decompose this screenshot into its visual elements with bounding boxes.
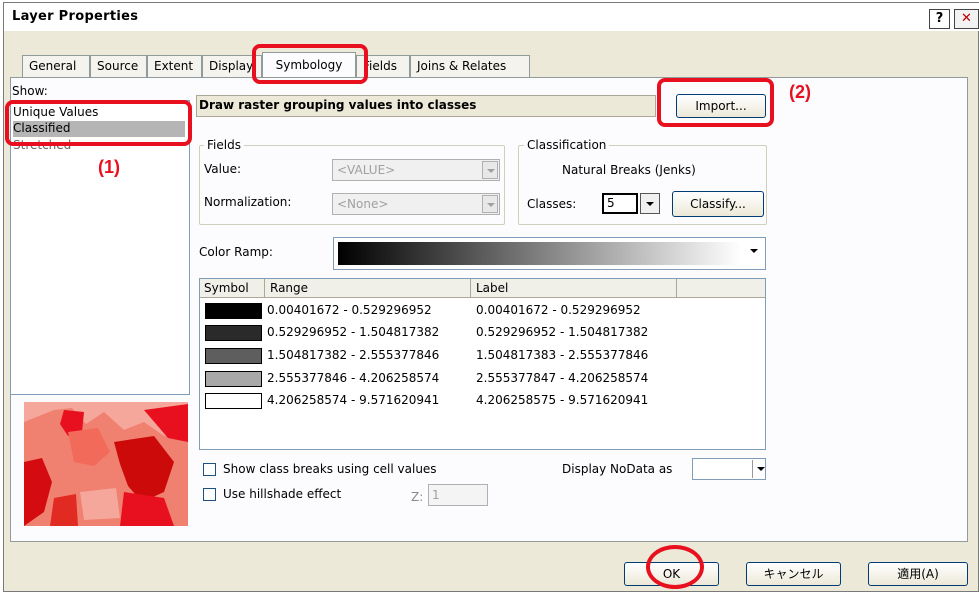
apply-button[interactable]: 適用(A) xyxy=(868,562,968,586)
raster-preview xyxy=(24,402,188,526)
nodata-color-swatch xyxy=(695,461,747,477)
value-select[interactable]: <VALUE> xyxy=(332,159,500,181)
header-range[interactable]: Range xyxy=(270,281,308,295)
fields-group-label: Fields xyxy=(204,138,244,152)
hillshade-label: Use hillshade effect xyxy=(223,487,342,501)
cancel-button[interactable]: キャンセル xyxy=(746,562,841,586)
tab-extent[interactable]: Extent xyxy=(147,55,202,77)
table-row-label[interactable]: 0.00401672 - 0.529296952 xyxy=(476,303,641,317)
title-bar xyxy=(4,3,979,31)
z-factor-input[interactable]: 1 xyxy=(428,484,488,506)
normalization-select-text: <None> xyxy=(337,197,389,211)
color-ramp-gradient xyxy=(338,242,741,265)
classification-group-label: Classification xyxy=(524,138,610,152)
chevron-down-icon xyxy=(752,460,765,478)
table-row-symbol[interactable] xyxy=(205,303,262,319)
classify-button[interactable]: Classify... xyxy=(672,191,764,217)
table-row-symbol[interactable] xyxy=(205,348,262,364)
color-ramp-label: Color Ramp: xyxy=(199,245,273,259)
table-row-symbol[interactable] xyxy=(205,371,262,387)
nodata-color-select[interactable] xyxy=(692,458,766,480)
classification-method: Natural Breaks (Jenks) xyxy=(562,163,696,177)
value-select-text: <VALUE> xyxy=(337,163,396,177)
table-row-range: 0.529296952 - 1.504817382 xyxy=(267,325,440,339)
tab-source[interactable]: Source xyxy=(90,55,147,77)
display-nodata-label: Display NoData as xyxy=(562,462,673,476)
chevron-down-icon xyxy=(482,195,498,213)
close-icon: ✕ xyxy=(961,11,972,26)
description-text: Draw raster grouping values into classes xyxy=(199,98,477,112)
chevron-down-icon xyxy=(642,195,658,212)
close-button[interactable]: ✕ xyxy=(954,9,979,29)
header-divider xyxy=(264,279,265,298)
annotation-label-2: (2) xyxy=(789,82,811,102)
table-row-symbol[interactable] xyxy=(205,325,262,341)
normalization-label: Normalization: xyxy=(204,195,292,209)
tab-general[interactable]: General xyxy=(22,55,90,77)
annotation-highlight-import xyxy=(657,78,774,127)
table-row-range: 1.504817382 - 2.555377846 xyxy=(267,348,440,362)
header-divider xyxy=(676,279,677,298)
annotation-highlight-symbology xyxy=(252,44,368,84)
classes-select[interactable]: 5 xyxy=(602,193,638,214)
table-row-range: 2.555377846 - 4.206258574 xyxy=(267,371,440,385)
dialog-title: Layer Properties xyxy=(12,9,139,24)
classes-dropdown-button[interactable] xyxy=(640,193,660,214)
color-ramp-select[interactable] xyxy=(333,237,766,270)
tab-joins-relates[interactable]: Joins & Relates xyxy=(410,55,530,77)
header-divider xyxy=(470,279,471,298)
hillshade-checkbox[interactable] xyxy=(203,488,216,501)
table-row-label[interactable]: 2.555377847 - 4.206258574 xyxy=(476,371,648,385)
z-label: Z: xyxy=(411,490,424,504)
table-row-range: 4.206258574 - 9.571620941 xyxy=(267,393,440,407)
table-row-label[interactable]: 1.504817383 - 2.555377846 xyxy=(476,348,648,362)
header-symbol[interactable]: Symbol xyxy=(204,281,249,295)
help-button[interactable]: ? xyxy=(929,9,950,29)
chevron-down-icon xyxy=(746,242,762,265)
normalization-select[interactable]: <None> xyxy=(332,193,500,215)
z-factor-value: 1 xyxy=(432,488,440,502)
header-label[interactable]: Label xyxy=(476,281,508,295)
table-row-symbol[interactable] xyxy=(205,393,262,409)
show-breaks-label: Show class breaks using cell values xyxy=(223,462,437,476)
show-label: Show: xyxy=(12,84,48,98)
table-row-label[interactable]: 0.529296952 - 1.504817382 xyxy=(476,325,648,339)
chevron-down-icon xyxy=(482,161,498,179)
classes-label: Classes: xyxy=(527,197,577,211)
show-breaks-checkbox[interactable] xyxy=(203,463,216,476)
annotation-label-1: (1) xyxy=(98,157,120,177)
table-row-label[interactable]: 4.206258575 - 9.571620941 xyxy=(476,393,648,407)
classes-select-value: 5 xyxy=(607,196,615,210)
value-label: Value: xyxy=(204,162,241,176)
annotation-highlight-classified xyxy=(5,100,192,146)
annotation-circle-ok xyxy=(646,545,704,589)
table-row-range: 0.00401672 - 0.529296952 xyxy=(267,303,432,317)
